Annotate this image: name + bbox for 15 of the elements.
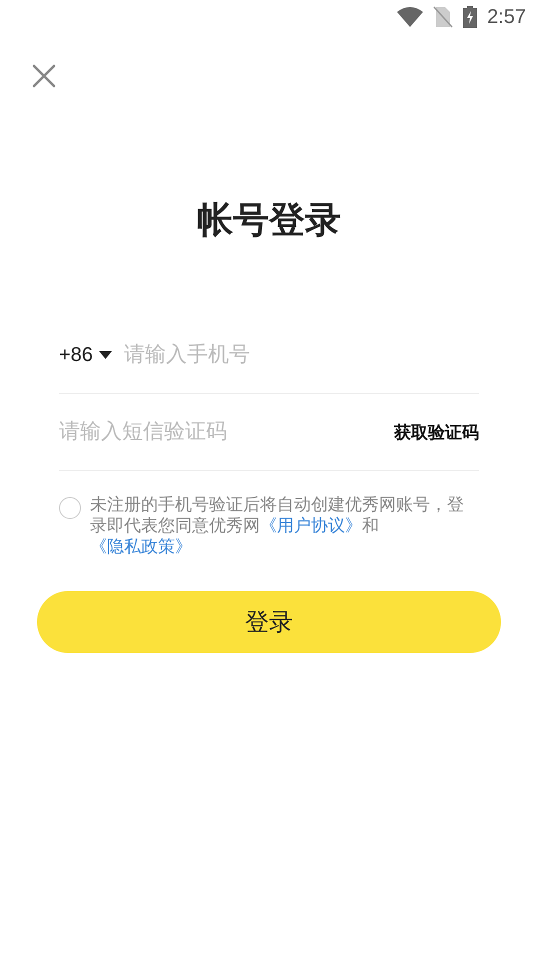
page-title: 帐号登录	[197, 199, 341, 243]
battery-icon	[463, 6, 478, 28]
country-code-selector[interactable]: +86	[59, 344, 112, 366]
no-sim-icon	[433, 6, 454, 28]
dropdown-caret-icon	[98, 351, 112, 359]
agree-radio[interactable]	[59, 497, 81, 519]
policy-link[interactable]: 《隐私政策》	[90, 537, 192, 557]
status-time: 2:57	[487, 6, 526, 28]
agreement-text: 未注册的手机号验证后将自动创建优秀网账号，登录即代表您同意优秀网《用户协议》和 《隐私政策》	[90, 495, 465, 558]
wifi-icon	[397, 7, 424, 27]
code-input[interactable]: 请输入短信验证码	[59, 420, 394, 444]
policy-link[interactable]: 《用户协议》	[260, 516, 362, 536]
phone-input[interactable]: 请输入手机号	[124, 343, 479, 367]
get-code-button[interactable]: 获取验证码	[394, 420, 479, 444]
login-button[interactable]: 登录	[37, 591, 501, 653]
